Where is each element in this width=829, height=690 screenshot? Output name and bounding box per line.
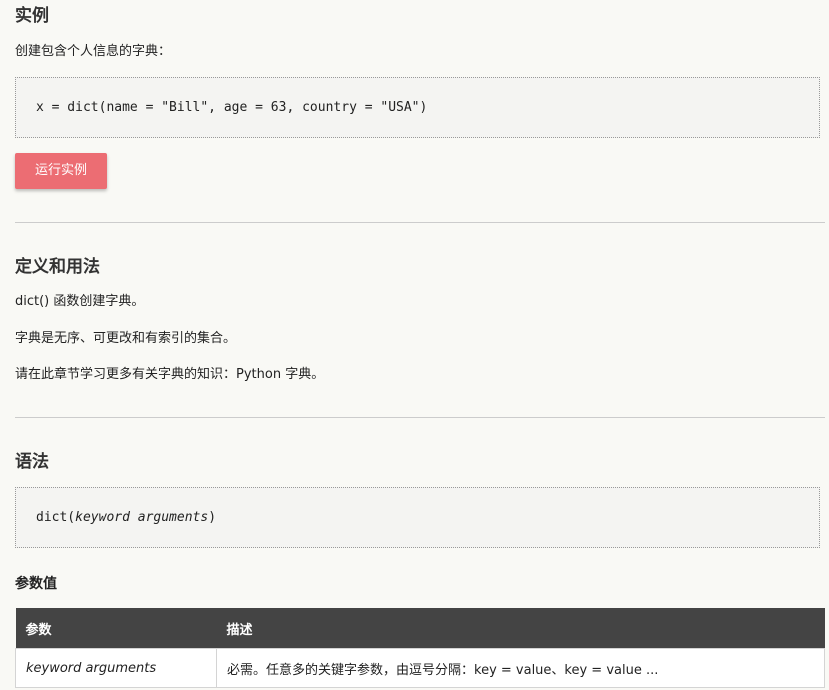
syntax-code-arg: keyword arguments (75, 510, 209, 525)
run-example-button[interactable]: 运行实例 (15, 153, 107, 189)
definition-paragraph-2: 字典是无序、可更改和有索引的集合。 (15, 331, 237, 346)
column-header-description: 描述 (216, 608, 825, 649)
table-row: keyword arguments 必需。任意多的关键字参数，由逗号分隔：key… (15, 648, 825, 688)
example-heading: 实例 (15, 6, 49, 26)
params-heading: 参数值 (15, 576, 57, 592)
definition-heading: 定义和用法 (15, 257, 100, 277)
param-description: 必需。任意多的关键字参数，由逗号分隔：key = value、key = val… (216, 648, 825, 688)
example-intro: 创建包含个人信息的字典： (15, 44, 172, 59)
definition-paragraph-1: dict() 函数创建字典。 (15, 294, 145, 309)
example-code: x = dict(name = "Bill", age = 63, countr… (36, 100, 428, 115)
syntax-heading: 语法 (15, 452, 49, 472)
syntax-code-func: dict( (36, 510, 76, 525)
table-header-row: 参数 描述 (15, 608, 825, 649)
column-header-param: 参数 (15, 608, 217, 649)
syntax-code-close: ) (208, 510, 217, 525)
params-table: 参数 描述 keyword arguments 必需。任意多的关键字参数，由逗号… (15, 608, 825, 688)
divider (15, 222, 825, 223)
page: 实例 创建包含个人信息的字典： x = dict(name = "Bill", … (0, 0, 829, 690)
example-code-box: x = dict(name = "Bill", age = 63, countr… (15, 77, 820, 138)
syntax-code-box: dict(keyword arguments) (15, 487, 820, 548)
divider (15, 417, 825, 418)
param-name: keyword arguments (15, 648, 217, 688)
definition-paragraph-3: 请在此章节学习更多有关字典的知识：Python 字典。 (15, 367, 325, 382)
